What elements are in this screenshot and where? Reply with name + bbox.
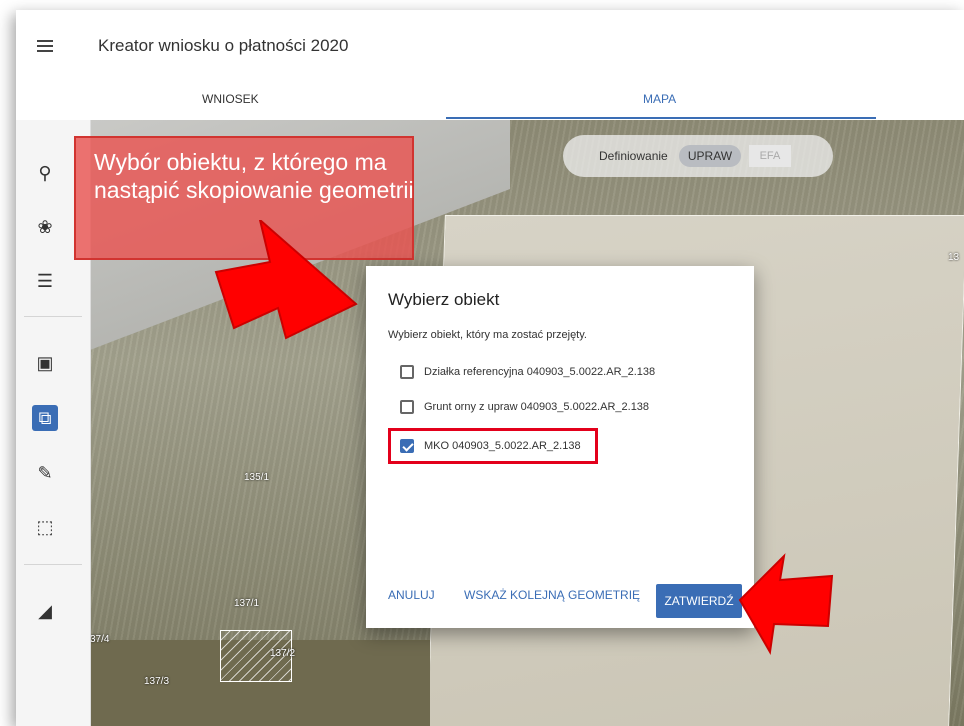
toggle-upraw[interactable]: UPRAW (679, 145, 741, 167)
annotation-highlight-box (388, 428, 598, 464)
app-title: Kreator wniosku o płatności 2020 (98, 36, 349, 55)
select-object-dialog: Wybierz obiekt Wybierz obiekt, który ma … (366, 266, 754, 628)
list-icon[interactable]: ☰ (32, 268, 58, 294)
copy-geometry-icon[interactable]: ⧉ (32, 405, 58, 431)
ruler-icon[interactable]: ◢ (32, 598, 58, 624)
cancel-button[interactable]: ANULUJ (388, 588, 435, 602)
active-tab-indicator (446, 117, 876, 119)
layers-icon[interactable]: ❀ (32, 214, 58, 240)
tab-bar: WNIOSEK MAPA (16, 78, 964, 121)
search-icon[interactable]: ⚲ (32, 160, 58, 186)
annotation-arrow-icon (214, 220, 358, 340)
option-grunt-orny[interactable]: Grunt orny z upraw 040903_5.0022.AR_2.13… (400, 397, 649, 417)
plot-label: 13 (948, 252, 960, 263)
tab-mapa[interactable]: MAPA (643, 92, 676, 106)
top-bar: Kreator wniosku o płatności 2020 (16, 10, 964, 78)
hamburger-icon[interactable] (37, 40, 53, 52)
toggle-efa[interactable]: EFA (749, 145, 791, 167)
dialog-title: Wybierz obiekt (388, 290, 500, 309)
crop-icon[interactable]: ⬚ (32, 514, 58, 540)
select-area-icon[interactable]: ▣ (32, 350, 58, 376)
pencil-icon[interactable]: ✎ (32, 460, 58, 486)
callout-text: Wybór obiektu, z którego ma nastąpić sko… (94, 149, 414, 203)
toolbar-divider (24, 316, 82, 317)
definition-toggle: Definiowanie UPRAW EFA (563, 135, 833, 177)
app-window: Kreator wniosku o płatności 2020 WNIOSEK… (16, 10, 964, 726)
confirm-button[interactable]: ZATWIERDŹ (656, 584, 742, 618)
toolbar-divider (24, 564, 82, 565)
option-dzialka-referencyjna[interactable]: Działka referencyjna 040903_5.0022.AR_2.… (400, 362, 655, 382)
plot-label: 135/1 (244, 472, 270, 483)
toggle-label: Definiowanie (599, 149, 668, 163)
option-label: Grunt orny z upraw 040903_5.0022.AR_2.13… (424, 401, 650, 413)
annotation-arrow-icon (738, 553, 834, 656)
plot-label: 137/3 (144, 676, 170, 687)
checkbox[interactable] (400, 400, 414, 414)
option-label: Działka referencyjna 040903_5.0022.AR_2.… (424, 366, 656, 378)
plot-label: 137/1 (234, 598, 260, 609)
next-geometry-button[interactable]: WSKAŻ KOLEJNĄ GEOMETRIĘ (464, 588, 640, 602)
dialog-subtitle: Wybierz obiekt, który ma zostać przejęty… (388, 329, 587, 341)
plot-label: 137/2 (270, 648, 296, 659)
checkbox[interactable] (400, 365, 414, 379)
plot-label: 37/4 (90, 634, 110, 645)
tab-wniosek[interactable]: WNIOSEK (202, 92, 259, 106)
